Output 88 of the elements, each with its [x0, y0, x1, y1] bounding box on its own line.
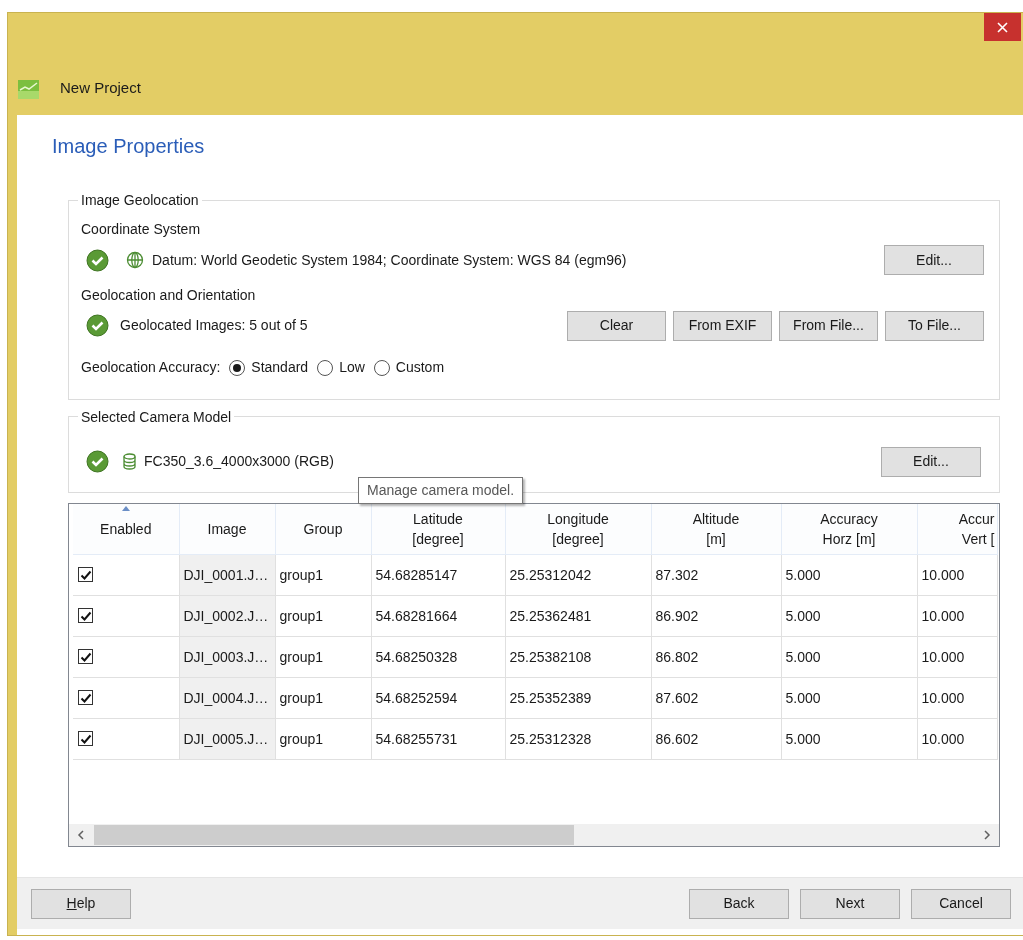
- close-button[interactable]: [984, 13, 1021, 41]
- table-cell: group1: [275, 636, 371, 678]
- table-cell: 54.68281664: [371, 595, 505, 637]
- check-icon: [79, 733, 92, 744]
- globe-icon: [126, 251, 144, 269]
- nav-button[interactable]: Next: [800, 888, 900, 919]
- section-label: Coordinate System: [81, 220, 202, 239]
- table-cell: 54.68250328: [371, 636, 505, 678]
- table-cell: 10.000: [917, 595, 997, 637]
- column-header[interactable]: Latitude [degree]: [371, 503, 505, 555]
- table-cell: 87.302: [651, 554, 781, 596]
- checkbox[interactable]: [78, 731, 93, 746]
- table-cell: 5.000: [781, 677, 917, 719]
- column-header[interactable]: Accuracy Horz [m]: [781, 503, 917, 555]
- table-cell: 25.25382108: [505, 636, 651, 678]
- table-cell: group1: [275, 554, 371, 596]
- checkbox[interactable]: [78, 690, 93, 705]
- action-button[interactable]: Clear: [567, 310, 666, 341]
- table-cell: 5.000: [781, 718, 917, 760]
- table-cell: 25.25352389: [505, 677, 651, 719]
- check-icon: [79, 692, 92, 703]
- edit-button[interactable]: Edit...: [884, 245, 984, 275]
- geolocated-count-text: Geolocated Images: 5 out of 5: [120, 316, 308, 335]
- table-cell: 86.602: [651, 718, 781, 760]
- radio-label: Low: [339, 358, 365, 377]
- scroll-left-icon: [77, 829, 85, 840]
- table-cell: 86.802: [651, 636, 781, 678]
- table-cell: DJI_0003.J…: [179, 636, 275, 678]
- table-cell: 54.68255731: [371, 718, 505, 760]
- table-cell: DJI_0005.J…: [179, 718, 275, 760]
- radio-label: Standard: [251, 358, 309, 377]
- section-label: Geolocation and Orientation: [81, 285, 257, 305]
- action-button[interactable]: From EXIF: [673, 310, 772, 341]
- check-icon: [79, 651, 92, 662]
- table-cell: 87.602: [651, 677, 781, 719]
- database-icon: [123, 453, 136, 470]
- radio-button[interactable]: [373, 359, 390, 376]
- tooltip: Manage camera model.: [358, 476, 524, 504]
- table-cell: group1: [275, 595, 371, 637]
- column-header[interactable]: Image: [179, 503, 275, 555]
- scroll-right-icon: [983, 829, 991, 840]
- table-cell: 5.000: [781, 554, 917, 596]
- page-heading: Image Properties: [51, 134, 206, 159]
- column-header[interactable]: Enabled: [73, 503, 179, 555]
- accuracy-label: Geolocation Accuracy:: [81, 358, 221, 377]
- checkbox[interactable]: [78, 567, 93, 582]
- help-button[interactable]: Help: [31, 888, 131, 919]
- radio-label: Custom: [395, 358, 445, 377]
- table-cell: DJI_0004.J…: [179, 677, 275, 719]
- check-icon: [79, 610, 92, 621]
- column-header[interactable]: Accur Vert [: [917, 503, 997, 555]
- column-header[interactable]: Altitude [m]: [651, 503, 781, 555]
- action-button[interactable]: From File...: [779, 310, 878, 341]
- app-logo-icon: [18, 80, 39, 99]
- action-button[interactable]: To File...: [885, 310, 984, 341]
- coordinate-system-text: Datum: World Geodetic System 1984; Coordinate System: WGS 84 (egm96): [152, 250, 627, 270]
- close-icon: [997, 21, 1008, 33]
- radio-button[interactable]: [317, 359, 334, 376]
- nav-button[interactable]: Back: [689, 888, 789, 919]
- table-cell: DJI_0002.J…: [179, 595, 275, 637]
- checkbox[interactable]: [78, 649, 93, 664]
- window-title: New Project: [60, 77, 141, 98]
- table-cell: 10.000: [917, 554, 997, 596]
- checkbox[interactable]: [78, 608, 93, 623]
- table-cell: 86.902: [651, 595, 781, 637]
- column-header[interactable]: Longitude [degree]: [505, 503, 651, 555]
- table-cell: 5.000: [781, 595, 917, 637]
- group-title: Image Geolocation: [80, 193, 200, 207]
- edit-button[interactable]: Edit...: [881, 446, 981, 477]
- table-cell: 10.000: [917, 636, 997, 678]
- table-cell: 10.000: [917, 677, 997, 719]
- column-header[interactable]: Group: [275, 503, 371, 555]
- horizontal-scrollbar[interactable]: [69, 823, 999, 846]
- radio-button[interactable]: [229, 359, 246, 376]
- check-icon: [79, 569, 92, 580]
- table-cell: 54.68285147: [371, 554, 505, 596]
- table-cell: 54.68252594: [371, 677, 505, 719]
- table-cell: 10.000: [917, 718, 997, 760]
- table-cell: 25.25312042: [505, 554, 651, 596]
- camera-model-text: FC350_3.6_4000x3000 (RGB): [144, 452, 334, 471]
- table-cell: DJI_0001.J…: [179, 554, 275, 596]
- table-cell: 25.25362481: [505, 595, 651, 637]
- nav-button[interactable]: Cancel: [911, 888, 1011, 919]
- table-cell: 25.25312328: [505, 718, 651, 760]
- table-cell: group1: [275, 718, 371, 760]
- group-title: Selected Camera Model: [80, 409, 233, 424]
- table-cell: 5.000: [781, 636, 917, 678]
- table-cell: group1: [275, 677, 371, 719]
